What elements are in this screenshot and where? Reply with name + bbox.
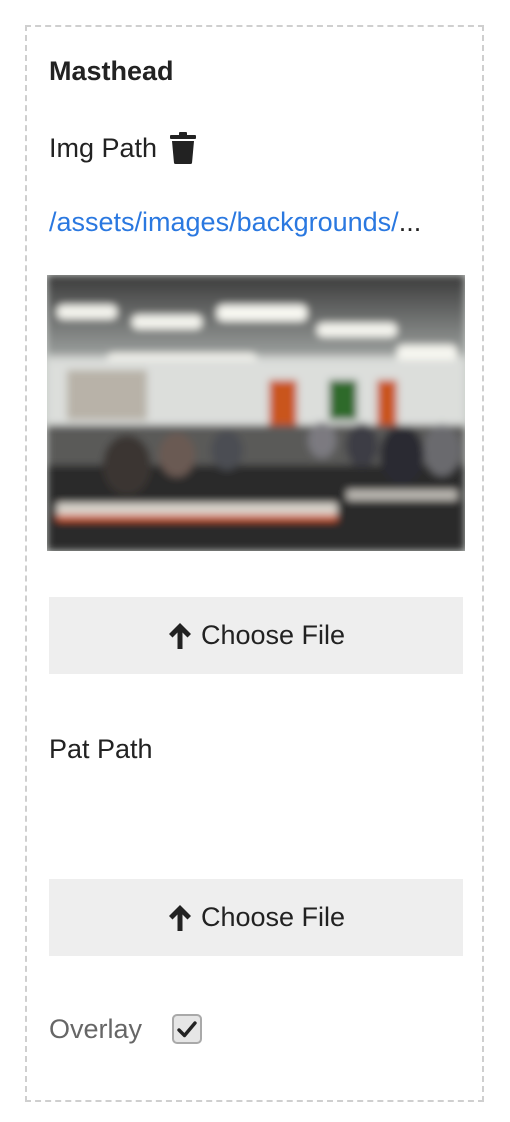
img-path-value: /assets/images/backgrounds/: [49, 207, 399, 237]
pat-path-choose-file-button[interactable]: Choose File: [49, 879, 463, 956]
section-title: Masthead: [49, 56, 174, 86]
overlay-label: Overlay: [49, 1013, 143, 1044]
img-path-row: Img Path: [49, 131, 197, 165]
choose-file-label: Choose File: [200, 620, 346, 650]
pat-path-label: Pat Path: [49, 734, 153, 764]
choose-file-label: Choose File: [200, 902, 346, 932]
img-path-link[interactable]: /assets/images/backgrounds/...: [49, 205, 465, 239]
img-path-choose-file-button[interactable]: Choose File: [49, 597, 463, 674]
overlay-row: Overlay: [49, 1009, 203, 1049]
img-path-ellipsis: ...: [398, 207, 422, 237]
masthead-panel: Masthead Img Path /assets/images/backgro…: [25, 25, 484, 1102]
arrow-up-icon: [167, 621, 193, 651]
trash-icon[interactable]: [169, 132, 197, 164]
overlay-checkbox[interactable]: [172, 1014, 203, 1044]
image-preview: [47, 275, 465, 551]
arrow-up-icon: [167, 903, 193, 933]
img-path-label: Img Path: [49, 133, 158, 163]
checkmark-icon: [177, 1021, 197, 1038]
